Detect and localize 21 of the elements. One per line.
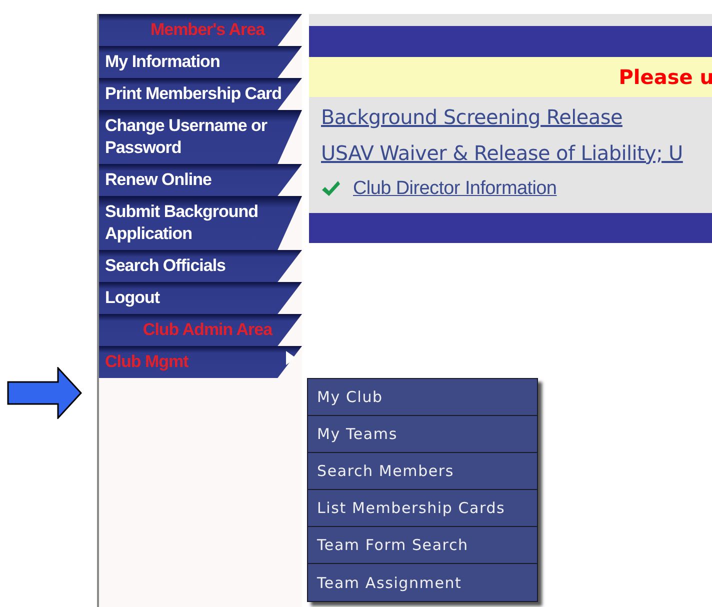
submenu-item[interactable]: My Teams [308,416,537,453]
section-header: Club Admin Area [99,314,302,346]
section-header: Member's Area [99,14,302,46]
menu-item[interactable]: Search Officials [99,250,302,282]
document-link[interactable]: Background Screening Release [321,99,712,135]
submenu-item[interactable]: Search Members [308,453,537,490]
submenu-item[interactable]: Team Assignment [308,564,537,601]
menu-item[interactable]: Change Username or Password [99,110,302,164]
document-link[interactable]: Club Director Information [353,171,557,207]
submenu-arrow-icon [286,351,296,365]
arrow-icon [7,367,82,419]
submenu-item[interactable]: My Club [308,379,537,416]
notice-text: Please u [618,65,712,89]
submenu-item[interactable]: Team Form Search [308,527,537,564]
document-link[interactable]: USAV Waiver & Release of Liability; U [321,135,712,171]
menu-item[interactable]: Print Membership Card [99,78,302,110]
menu-item[interactable]: Submit Background Application [99,196,302,250]
menu-item[interactable]: My Information [99,46,302,78]
menu-item[interactable]: Logout [99,282,302,314]
menu-item[interactable]: Renew Online [99,164,302,196]
submenu-item[interactable]: List Membership Cards [308,490,537,527]
